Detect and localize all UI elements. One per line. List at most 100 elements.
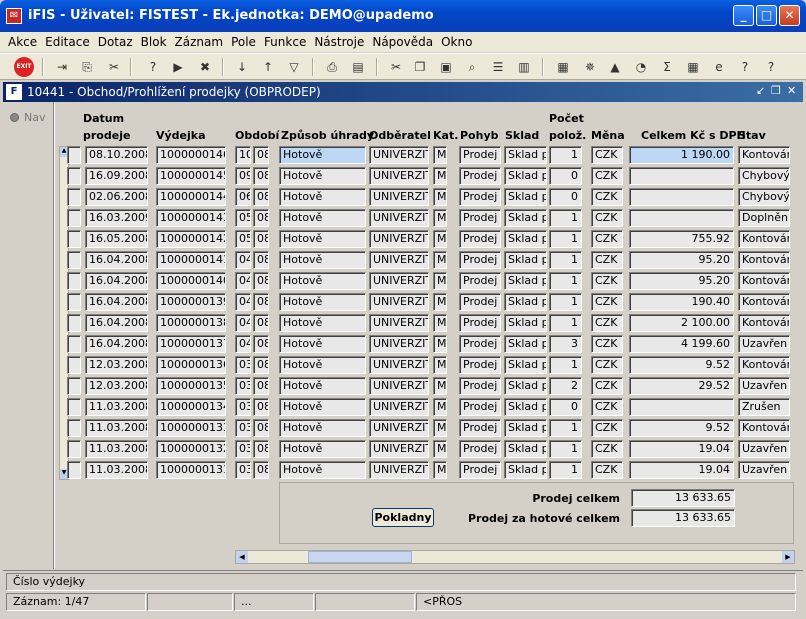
cell-obdobi-mesic[interactable]: 03: [235, 356, 251, 374]
cell-datum[interactable]: 11.03.2008: [85, 440, 148, 458]
help-topics-icon[interactable]: ?: [735, 57, 755, 77]
menu-dotaz[interactable]: Dotaz: [94, 32, 137, 49]
cell-pocet[interactable]: 0: [549, 167, 582, 185]
cell-kat[interactable]: MO: [433, 209, 447, 227]
cell-kat[interactable]: MO: [433, 398, 447, 416]
cell-pocet[interactable]: 2: [549, 377, 582, 395]
cell-pohyb[interactable]: Prodej z: [459, 167, 501, 185]
cell-datum[interactable]: 12.03.2008: [85, 377, 148, 395]
cell-stav[interactable]: Chybový: [738, 188, 790, 206]
scroll-left-icon[interactable]: ◀: [236, 551, 248, 563]
cut-icon[interactable]: ✂: [386, 57, 406, 77]
list-icon[interactable]: ☰: [488, 57, 508, 77]
filter-icon[interactable]: ▽: [284, 57, 304, 77]
cell-pohyb[interactable]: Prodej z: [459, 230, 501, 248]
cell-vydejka[interactable]: 1000000141: [156, 251, 226, 269]
row-select-box[interactable]: [67, 398, 81, 416]
cell-sklad[interactable]: Sklad pr: [504, 419, 547, 437]
cell-sklad[interactable]: Sklad pr: [504, 167, 547, 185]
cell-odberatel[interactable]: UNIVERZITA: [369, 209, 429, 227]
cell-mena[interactable]: CZK: [591, 398, 623, 416]
row-select-box[interactable]: [67, 440, 81, 458]
row-select-box[interactable]: [67, 335, 81, 353]
cell-obdobi-rok[interactable]: 08: [253, 335, 269, 353]
cell-kat[interactable]: MO: [433, 419, 447, 437]
cell-odberatel[interactable]: UNIVERZITA: [369, 293, 429, 311]
cell-obdobi-mesic[interactable]: 05: [235, 230, 251, 248]
menu-blok[interactable]: Blok: [137, 32, 171, 49]
cell-mena[interactable]: CZK: [591, 356, 623, 374]
cell-kat[interactable]: MO: [433, 146, 447, 164]
cell-pocet[interactable]: 1: [549, 461, 582, 479]
cell-sklad[interactable]: Sklad pr: [504, 146, 547, 164]
cell-zpusob-uhrady[interactable]: Hotově: [279, 461, 366, 479]
calculator-icon[interactable]: ▦: [553, 57, 573, 77]
exit-button[interactable]: EXIT: [14, 57, 34, 77]
cell-stav[interactable]: Kontován: [738, 272, 790, 290]
cell-sklad[interactable]: Sklad pr: [504, 356, 547, 374]
sort-descending-icon[interactable]: ↑: [258, 57, 278, 77]
cell-celkem[interactable]: 755.92: [629, 230, 734, 248]
cell-obdobi-rok[interactable]: 08: [253, 230, 269, 248]
browser-icon[interactable]: e: [709, 57, 729, 77]
cell-obdobi-mesic[interactable]: 09: [235, 167, 251, 185]
scroll-right-icon[interactable]: ▶: [782, 551, 794, 563]
cell-odberatel[interactable]: UNIVERZITA: [369, 272, 429, 290]
mountain-icon[interactable]: ▲: [605, 57, 625, 77]
cell-odberatel[interactable]: UNIVERZITA: [369, 398, 429, 416]
cell-obdobi-rok[interactable]: 08: [253, 209, 269, 227]
cell-mena[interactable]: CZK: [591, 440, 623, 458]
scroll-thumb[interactable]: [308, 551, 412, 563]
cell-vydejka[interactable]: 1000000138: [156, 314, 226, 332]
cell-obdobi-rok[interactable]: 08: [253, 146, 269, 164]
cancel-query-icon[interactable]: ✖: [195, 57, 215, 77]
cell-celkem[interactable]: 95.20: [629, 251, 734, 269]
cell-kat[interactable]: MO: [433, 377, 447, 395]
cell-zpusob-uhrady[interactable]: Hotově: [279, 272, 366, 290]
cell-pocet[interactable]: 3: [549, 335, 582, 353]
cell-mena[interactable]: CZK: [591, 146, 623, 164]
cell-datum[interactable]: 16.03.2009: [85, 209, 148, 227]
cell-mena[interactable]: CZK: [591, 167, 623, 185]
cell-sklad[interactable]: Sklad pr: [504, 377, 547, 395]
row-select-box[interactable]: [67, 314, 81, 332]
cell-obdobi-mesic[interactable]: 04: [235, 314, 251, 332]
cell-pohyb[interactable]: Prodej z: [459, 356, 501, 374]
cell-pohyb[interactable]: Prodej z: [459, 188, 501, 206]
cell-celkem[interactable]: [629, 188, 734, 206]
cell-odberatel[interactable]: UNIVERZITA: [369, 167, 429, 185]
cell-sklad[interactable]: Sklad pr: [504, 251, 547, 269]
cell-stav[interactable]: Uzavřen: [738, 377, 790, 395]
cell-mena[interactable]: CZK: [591, 230, 623, 248]
cell-stav[interactable]: Kontován: [738, 314, 790, 332]
menu-editace[interactable]: Editace: [41, 32, 94, 49]
columns-icon[interactable]: ▥: [514, 57, 534, 77]
cell-stav[interactable]: Uzavřen: [738, 461, 790, 479]
cell-kat[interactable]: MO: [433, 188, 447, 206]
cell-obdobi-mesic[interactable]: 03: [235, 377, 251, 395]
cell-obdobi-rok[interactable]: 08: [253, 461, 269, 479]
cell-celkem[interactable]: 9.52: [629, 356, 734, 374]
cell-pohyb[interactable]: Prodej z: [459, 461, 501, 479]
cell-mena[interactable]: CZK: [591, 272, 623, 290]
cell-obdobi-rok[interactable]: 08: [253, 356, 269, 374]
cell-pocet[interactable]: 1: [549, 209, 582, 227]
form-restore-icon[interactable]: ❐: [771, 84, 781, 97]
form-minimize-icon[interactable]: ↙: [756, 84, 765, 97]
cell-mena[interactable]: CZK: [591, 335, 623, 353]
cell-pohyb[interactable]: Prodej z: [459, 293, 501, 311]
enter-query-icon[interactable]: ?: [143, 57, 163, 77]
cell-odberatel[interactable]: UNIVERZITA: [369, 230, 429, 248]
cell-obdobi-rok[interactable]: 08: [253, 398, 269, 416]
pokladny-button[interactable]: Pokladny: [372, 508, 434, 527]
cell-datum[interactable]: 11.03.2008: [85, 461, 148, 479]
row-select-box[interactable]: [67, 356, 81, 374]
cell-datum[interactable]: 16.04.2008: [85, 293, 148, 311]
cell-pocet[interactable]: 1: [549, 230, 582, 248]
cell-zpusob-uhrady[interactable]: Hotově: [279, 188, 366, 206]
print-icon[interactable]: ⎙: [322, 57, 342, 77]
cell-celkem[interactable]: [629, 209, 734, 227]
cell-mena[interactable]: CZK: [591, 314, 623, 332]
cell-vydejka[interactable]: 1000000132: [156, 440, 226, 458]
cell-odberatel[interactable]: UNIVERZITA: [369, 377, 429, 395]
